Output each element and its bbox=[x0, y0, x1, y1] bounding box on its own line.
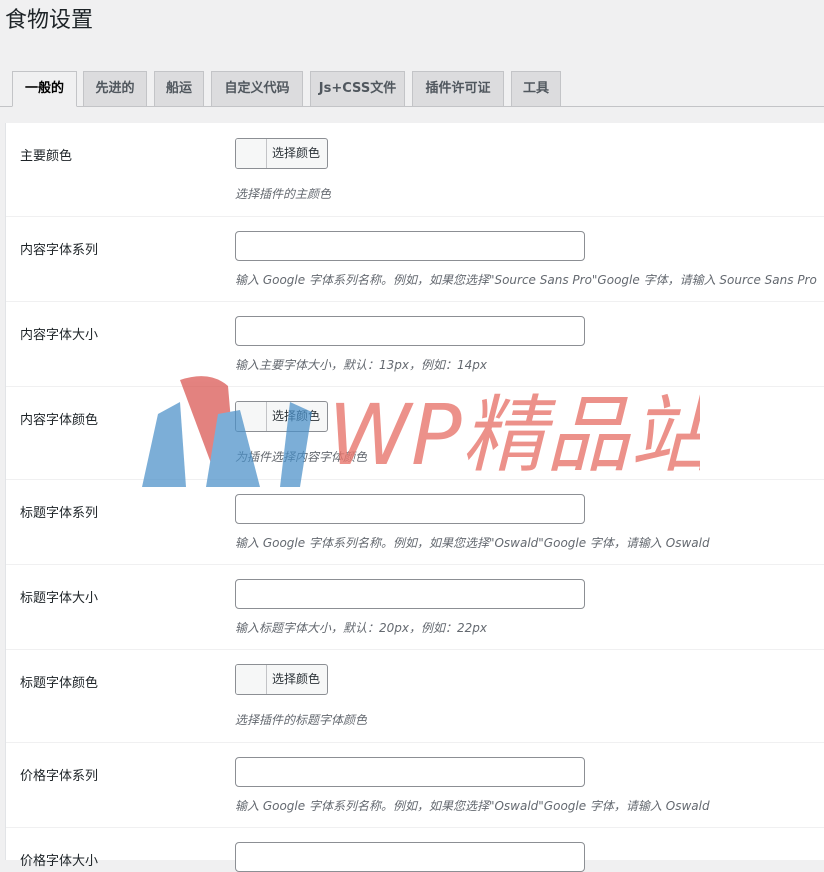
field-description: 输入 Google 字体系列名称。例如，如果您选择"Oswald"Google … bbox=[235, 799, 710, 813]
field-label: 标题字体系列 bbox=[20, 506, 99, 521]
title-font-color-picker-button[interactable]: 选择颜色 bbox=[235, 664, 328, 695]
field-row-price-font-size: 价格字体大小 bbox=[6, 828, 824, 872]
field-description: 输入 Google 字体系列名称。例如，如果您选择"Source Sans Pr… bbox=[235, 273, 817, 287]
field-row-content-font-color: 内容字体颜色 选择颜色 为插件选择内容字体颜色 bbox=[6, 387, 824, 480]
field-label: 标题字体大小 bbox=[20, 591, 99, 606]
field-row-content-font-size: 内容字体大小 输入主要字体大小，默认：13px，例如：14px bbox=[6, 302, 824, 387]
settings-tabs: 一般的 先进的 船运 自定义代码 Js+CSS文件 插件许可证 工具 bbox=[0, 71, 824, 107]
primary-color-picker-button[interactable]: 选择颜色 bbox=[235, 138, 328, 169]
tab-shipping[interactable]: 船运 bbox=[154, 71, 204, 106]
color-button-label: 选择颜色 bbox=[272, 672, 321, 686]
field-row-primary-color: 主要颜色 选择颜色 选择插件的主颜色 bbox=[6, 123, 824, 217]
page-title: 食物设置 bbox=[5, 8, 94, 33]
content-font-color-picker-button[interactable]: 选择颜色 bbox=[235, 401, 328, 432]
tab-tools[interactable]: 工具 bbox=[511, 71, 561, 106]
field-description: 选择插件的主颜色 bbox=[235, 187, 332, 201]
price-font-family-input[interactable] bbox=[235, 757, 585, 787]
field-description: 为插件选择内容字体颜色 bbox=[235, 450, 368, 464]
field-row-price-font-family: 价格字体系列 输入 Google 字体系列名称。例如，如果您选择"Oswald"… bbox=[6, 743, 824, 828]
field-description: 输入标题字体大小，默认：20px，例如：22px bbox=[235, 621, 487, 635]
field-row-title-font-family: 标题字体系列 输入 Google 字体系列名称。例如，如果您选择"Oswald"… bbox=[6, 480, 824, 565]
price-font-size-input[interactable] bbox=[235, 842, 585, 872]
field-label: 价格字体系列 bbox=[20, 769, 99, 784]
content-font-size-input[interactable] bbox=[235, 316, 585, 346]
field-label: 标题字体颜色 bbox=[20, 676, 99, 691]
tab-general[interactable]: 一般的 bbox=[12, 71, 77, 107]
field-label: 内容字体颜色 bbox=[20, 413, 99, 428]
tab-plugin-license[interactable]: 插件许可证 bbox=[412, 71, 504, 106]
tab-custom-code[interactable]: 自定义代码 bbox=[211, 71, 303, 106]
content-font-family-input[interactable] bbox=[235, 231, 585, 261]
field-label: 主要颜色 bbox=[20, 149, 73, 164]
field-description: 输入 Google 字体系列名称。例如，如果您选择"Oswald"Google … bbox=[235, 536, 710, 550]
field-label: 内容字体系列 bbox=[20, 243, 99, 258]
color-swatch bbox=[236, 139, 267, 168]
field-description: 选择插件的标题字体颜色 bbox=[235, 713, 368, 727]
title-font-size-input[interactable] bbox=[235, 579, 585, 609]
tab-advanced[interactable]: 先进的 bbox=[83, 71, 147, 106]
color-button-label: 选择颜色 bbox=[272, 146, 321, 160]
field-row-content-font-family: 内容字体系列 输入 Google 字体系列名称。例如，如果您选择"Source … bbox=[6, 217, 824, 302]
tab-js-css-files[interactable]: Js+CSS文件 bbox=[310, 71, 405, 106]
field-label: 内容字体大小 bbox=[20, 328, 99, 343]
color-swatch bbox=[236, 665, 267, 694]
color-swatch bbox=[236, 402, 267, 431]
field-row-title-font-size: 标题字体大小 输入标题字体大小，默认：20px，例如：22px bbox=[6, 565, 824, 650]
title-font-family-input[interactable] bbox=[235, 494, 585, 524]
color-button-label: 选择颜色 bbox=[272, 409, 321, 423]
field-description: 输入主要字体大小，默认：13px，例如：14px bbox=[235, 358, 487, 372]
field-row-title-font-color: 标题字体颜色 选择颜色 选择插件的标题字体颜色 bbox=[6, 650, 824, 743]
settings-form: 主要颜色 选择颜色 选择插件的主颜色 内容字体系列 输入 Google 字体系列… bbox=[5, 123, 824, 872]
